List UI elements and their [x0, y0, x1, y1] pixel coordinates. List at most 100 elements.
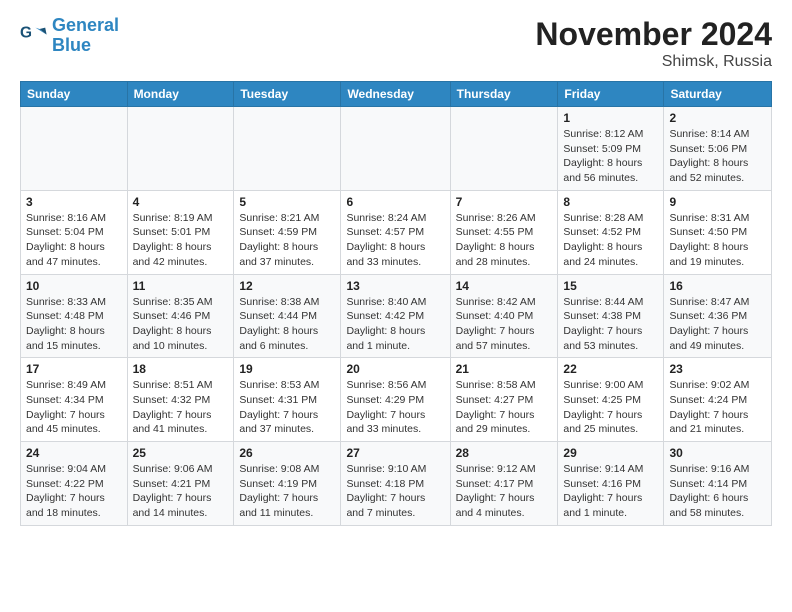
calendar-cell [21, 107, 128, 191]
day-number: 7 [456, 195, 553, 209]
calendar-cell [341, 107, 450, 191]
day-number: 5 [239, 195, 335, 209]
day-number: 26 [239, 446, 335, 460]
day-number: 28 [456, 446, 553, 460]
logo-text: General Blue [52, 16, 119, 56]
calendar-table: SundayMondayTuesdayWednesdayThursdayFrid… [20, 81, 772, 526]
day-number: 24 [26, 446, 122, 460]
calendar-week-row: 10 Sunrise: 8:33 AM Sunset: 4:48 PM Dayli… [21, 274, 772, 358]
calendar-cell [450, 107, 558, 191]
day-header-wednesday: Wednesday [341, 82, 450, 107]
logo-icon: G [20, 22, 48, 50]
calendar-cell [234, 107, 341, 191]
day-number: 30 [669, 446, 766, 460]
day-info: Sunrise: 8:33 AM Sunset: 4:48 PM Dayligh… [26, 295, 122, 354]
day-info: Sunrise: 9:08 AM Sunset: 4:19 PM Dayligh… [239, 462, 335, 521]
calendar-cell: 12Sunrise: 8:38 AM Sunset: 4:44 PM Dayli… [234, 274, 341, 358]
day-number: 4 [133, 195, 229, 209]
day-number: 25 [133, 446, 229, 460]
day-header-tuesday: Tuesday [234, 82, 341, 107]
calendar-cell: 9Sunrise: 8:31 AM Sunset: 4:50 PM Daylig… [664, 190, 772, 274]
day-number: 13 [346, 279, 444, 293]
day-number: 29 [563, 446, 658, 460]
day-number: 20 [346, 362, 444, 376]
day-header-sunday: Sunday [21, 82, 128, 107]
day-info: Sunrise: 8:12 AM Sunset: 5:09 PM Dayligh… [563, 127, 658, 186]
day-info: Sunrise: 8:21 AM Sunset: 4:59 PM Dayligh… [239, 211, 335, 270]
day-number: 3 [26, 195, 122, 209]
logo: G General Blue [20, 16, 119, 56]
day-number: 1 [563, 111, 658, 125]
calendar-cell: 2Sunrise: 8:14 AM Sunset: 5:06 PM Daylig… [664, 107, 772, 191]
calendar-cell: 28 Sunrise: 9:12 AM Sunset: 4:17 PM Dayli… [450, 442, 558, 526]
day-header-friday: Friday [558, 82, 664, 107]
calendar-week-row: 1 Sunrise: 8:12 AM Sunset: 5:09 PM Daylig… [21, 107, 772, 191]
calendar-cell: 7 Sunrise: 8:26 AM Sunset: 4:55 PM Daylig… [450, 190, 558, 274]
day-number: 19 [239, 362, 335, 376]
day-number: 11 [133, 279, 229, 293]
day-info: Sunrise: 8:24 AM Sunset: 4:57 PM Dayligh… [346, 211, 444, 270]
calendar-title: November 2024 [535, 16, 772, 53]
day-number: 22 [563, 362, 658, 376]
calendar-cell: 25 Sunrise: 9:06 AM Sunset: 4:21 PM Dayli… [127, 442, 234, 526]
calendar-cell: 23Sunrise: 9:02 AM Sunset: 4:24 PM Dayli… [664, 358, 772, 442]
day-info: Sunrise: 9:12 AM Sunset: 4:17 PM Dayligh… [456, 462, 553, 521]
header: G General Blue November 2024 Shimsk, Rus… [20, 16, 772, 71]
day-info: Sunrise: 8:56 AM Sunset: 4:29 PM Dayligh… [346, 378, 444, 437]
calendar-cell: 4 Sunrise: 8:19 AM Sunset: 5:01 PM Daylig… [127, 190, 234, 274]
day-number: 14 [456, 279, 553, 293]
day-number: 18 [133, 362, 229, 376]
day-number: 8 [563, 195, 658, 209]
calendar-week-row: 24 Sunrise: 9:04 AM Sunset: 4:22 PM Dayli… [21, 442, 772, 526]
calendar-cell: 8 Sunrise: 8:28 AM Sunset: 4:52 PM Daylig… [558, 190, 664, 274]
day-number: 17 [26, 362, 122, 376]
calendar-header-row: SundayMondayTuesdayWednesdayThursdayFrid… [21, 82, 772, 107]
day-number: 15 [563, 279, 658, 293]
day-number: 10 [26, 279, 122, 293]
calendar-cell: 14 Sunrise: 8:42 AM Sunset: 4:40 PM Dayli… [450, 274, 558, 358]
day-info: Sunrise: 8:53 AM Sunset: 4:31 PM Dayligh… [239, 378, 335, 437]
day-info: Sunrise: 8:40 AM Sunset: 4:42 PM Dayligh… [346, 295, 444, 354]
day-number: 23 [669, 362, 766, 376]
day-info: Sunrise: 8:42 AM Sunset: 4:40 PM Dayligh… [456, 295, 553, 354]
day-info: Sunrise: 8:58 AM Sunset: 4:27 PM Dayligh… [456, 378, 553, 437]
calendar-cell: 10 Sunrise: 8:33 AM Sunset: 4:48 PM Dayli… [21, 274, 128, 358]
calendar-cell [127, 107, 234, 191]
calendar-cell: 18Sunrise: 8:51 AM Sunset: 4:32 PM Dayli… [127, 358, 234, 442]
day-number: 9 [669, 195, 766, 209]
calendar-cell: 29 Sunrise: 9:14 AM Sunset: 4:16 PM Dayli… [558, 442, 664, 526]
day-number: 21 [456, 362, 553, 376]
day-header-thursday: Thursday [450, 82, 558, 107]
day-info: Sunrise: 8:44 AM Sunset: 4:38 PM Dayligh… [563, 295, 658, 354]
svg-text:G: G [20, 24, 32, 41]
day-info: Sunrise: 9:04 AM Sunset: 4:22 PM Dayligh… [26, 462, 122, 521]
day-info: Sunrise: 9:14 AM Sunset: 4:16 PM Dayligh… [563, 462, 658, 521]
day-info: Sunrise: 8:19 AM Sunset: 5:01 PM Dayligh… [133, 211, 229, 270]
calendar-cell: 20 Sunrise: 8:56 AM Sunset: 4:29 PM Dayli… [341, 358, 450, 442]
calendar-cell: 17 Sunrise: 8:49 AM Sunset: 4:34 PM Dayli… [21, 358, 128, 442]
day-info: Sunrise: 8:28 AM Sunset: 4:52 PM Dayligh… [563, 211, 658, 270]
calendar-cell: 19 Sunrise: 8:53 AM Sunset: 4:31 PM Dayli… [234, 358, 341, 442]
page: G General Blue November 2024 Shimsk, Rus… [0, 0, 792, 542]
calendar-cell: 11 Sunrise: 8:35 AM Sunset: 4:46 PM Dayli… [127, 274, 234, 358]
day-number: 6 [346, 195, 444, 209]
day-info: Sunrise: 9:10 AM Sunset: 4:18 PM Dayligh… [346, 462, 444, 521]
title-block: November 2024 Shimsk, Russia [535, 16, 772, 71]
day-info: Sunrise: 8:35 AM Sunset: 4:46 PM Dayligh… [133, 295, 229, 354]
calendar-cell: 22Sunrise: 9:00 AM Sunset: 4:25 PM Dayli… [558, 358, 664, 442]
day-info: Sunrise: 8:26 AM Sunset: 4:55 PM Dayligh… [456, 211, 553, 270]
day-info: Sunrise: 8:49 AM Sunset: 4:34 PM Dayligh… [26, 378, 122, 437]
calendar-subtitle: Shimsk, Russia [535, 53, 772, 71]
day-info: Sunrise: 8:14 AM Sunset: 5:06 PM Dayligh… [669, 127, 766, 186]
calendar-cell: 24 Sunrise: 9:04 AM Sunset: 4:22 PM Dayli… [21, 442, 128, 526]
day-info: Sunrise: 9:06 AM Sunset: 4:21 PM Dayligh… [133, 462, 229, 521]
calendar-cell: 5 Sunrise: 8:21 AM Sunset: 4:59 PM Daylig… [234, 190, 341, 274]
calendar-cell: 3 Sunrise: 8:16 AM Sunset: 5:04 PM Daylig… [21, 190, 128, 274]
calendar-cell: 15 Sunrise: 8:44 AM Sunset: 4:38 PM Dayli… [558, 274, 664, 358]
day-header-monday: Monday [127, 82, 234, 107]
day-header-saturday: Saturday [664, 82, 772, 107]
day-info: Sunrise: 8:16 AM Sunset: 5:04 PM Dayligh… [26, 211, 122, 270]
day-info: Sunrise: 8:38 AM Sunset: 4:44 PM Dayligh… [239, 295, 335, 354]
calendar-week-row: 3 Sunrise: 8:16 AM Sunset: 5:04 PM Daylig… [21, 190, 772, 274]
calendar-week-row: 17 Sunrise: 8:49 AM Sunset: 4:34 PM Dayli… [21, 358, 772, 442]
